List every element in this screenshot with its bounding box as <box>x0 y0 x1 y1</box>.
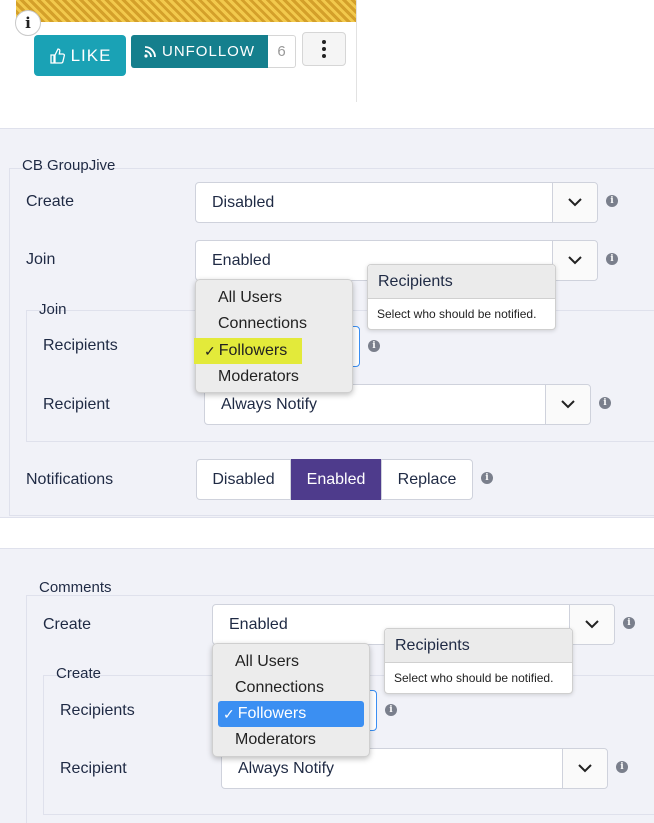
chevron-down-icon <box>545 385 590 424</box>
comments-recipient-label: Recipient <box>60 760 127 777</box>
chevron-down-icon <box>562 749 607 788</box>
chevron-down-icon <box>569 605 614 644</box>
info-icon[interactable]: i <box>623 617 635 629</box>
dropdown-option[interactable]: Connections <box>196 311 352 337</box>
unfollow-button[interactable]: UNFOLLOW <box>131 35 268 68</box>
recipients-label: Recipients <box>43 337 118 354</box>
like-button[interactable]: LIKE <box>34 35 126 76</box>
cover-divider <box>356 0 357 102</box>
check-icon: ✓ <box>204 342 216 359</box>
dropdown-option[interactable]: Connections <box>213 675 369 701</box>
notifications-label: Notifications <box>26 471 114 488</box>
comments-create-label: Create <box>43 616 92 633</box>
info-icon[interactable]: i <box>599 397 611 409</box>
tooltip-title: Recipients <box>385 629 572 663</box>
dropdown-option-selected[interactable]: ✓ Followers <box>194 338 302 364</box>
dropdown-option[interactable]: Moderators <box>196 364 352 390</box>
recipient-label: Recipient <box>43 396 110 413</box>
more-options-button[interactable] <box>302 32 346 66</box>
thumbs-up-icon <box>49 47 65 64</box>
recipient-select-value: Always Notify <box>221 395 318 413</box>
dropdown-option[interactable]: All Users <box>196 285 352 311</box>
notifications-replace-button[interactable]: Replace <box>381 459 473 500</box>
info-icon[interactable]: i <box>481 472 493 484</box>
join-fieldset-legend: Join <box>39 301 67 318</box>
dropdown-option-label: Followers <box>218 342 288 359</box>
check-icon: ✓ <box>223 705 235 722</box>
like-label: LIKE <box>70 45 112 65</box>
dropdown-option-label: Followers <box>237 705 307 722</box>
info-icon[interactable]: i <box>606 195 618 207</box>
info-icon[interactable]: i <box>385 704 397 716</box>
comments-legend: Comments <box>39 579 112 596</box>
dropdown-option[interactable]: All Users <box>213 649 369 675</box>
info-icon[interactable]: i <box>368 340 380 352</box>
follower-count: 6 <box>268 35 296 68</box>
tooltip-title: Recipients <box>368 265 555 299</box>
unfollow-label: UNFOLLOW <box>161 43 255 60</box>
create-label: Create <box>26 193 75 210</box>
info-icon[interactable]: i <box>616 761 628 773</box>
create-fieldset-legend: Create <box>56 665 102 682</box>
notifications-disabled-button[interactable]: Disabled <box>196 459 291 500</box>
tooltip-body: Select who should be notified. <box>394 671 554 685</box>
dropdown-option-selected[interactable]: ✓ Followers <box>218 701 364 727</box>
comments-recipients-dropdown: All Users Connections ✓ Followers Modera… <box>212 643 370 757</box>
dropdown-option[interactable]: Moderators <box>213 727 369 753</box>
comments-recipients-label: Recipients <box>60 702 135 719</box>
create-select-value: Disabled <box>212 193 275 211</box>
cover-image <box>16 0 356 22</box>
notifications-enabled-button[interactable]: Enabled <box>291 459 381 500</box>
comments-recipients-tooltip: Recipients Select who should be notified… <box>384 628 573 694</box>
info-icon[interactable]: i <box>606 253 618 265</box>
chevron-down-icon <box>552 241 597 280</box>
groupjive-legend: CB GroupJive <box>22 157 116 174</box>
vertical-dots-icon <box>322 40 326 58</box>
create-select[interactable]: Disabled <box>195 182 598 223</box>
tooltip-body: Select who should be notified. <box>377 307 537 321</box>
rss-icon <box>144 45 156 58</box>
recipients-dropdown: All Users Connections ✓ Followers Modera… <box>194 279 353 393</box>
info-icon[interactable]: i <box>15 10 41 36</box>
chevron-down-icon <box>552 183 597 222</box>
comments-recipient-value: Always Notify <box>238 759 335 777</box>
recipients-tooltip: Recipients Select who should be notified… <box>367 264 556 330</box>
join-label: Join <box>26 251 56 268</box>
